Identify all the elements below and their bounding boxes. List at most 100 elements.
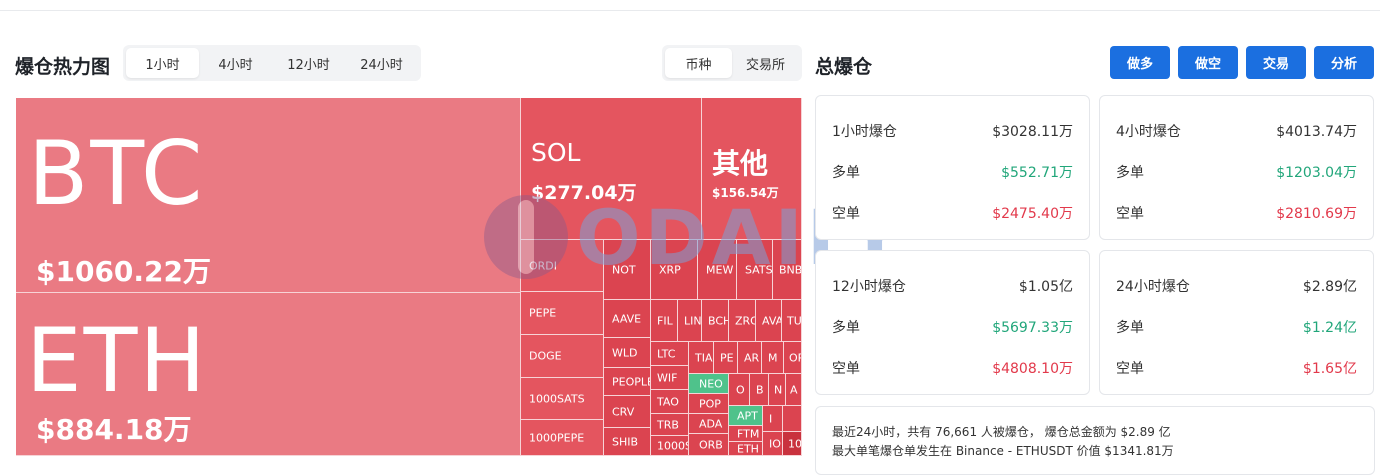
tab-exchange[interactable]: 交易所 — [732, 48, 799, 78]
cell-label: OP — [789, 351, 801, 364]
heatmap-cell-ordi[interactable]: ORDI — [521, 240, 604, 292]
heatmap-cell-1000pepe[interactable]: 1000PEPE — [521, 420, 604, 456]
card-label: 1小时爆仓 — [832, 124, 897, 140]
row-short: 空单 $2810.69万 — [1116, 203, 1357, 223]
heatmap-cell-neo[interactable]: NEO — [689, 374, 729, 394]
heatmap-cell-link[interactable]: LINK — [678, 300, 702, 342]
heatmap-cell-op[interactable]: OP — [784, 342, 802, 374]
row-total: 24小时爆仓 $2.89亿 — [1116, 276, 1357, 296]
row-total: 1小时爆仓 $3028.11万 — [832, 121, 1073, 141]
heatmap-cell-other[interactable]: 其他 $156.54万 — [702, 98, 802, 240]
heatmap-cell-sats[interactable]: SATS — [737, 240, 773, 300]
heatmap-cell-tia[interactable]: TIA — [689, 342, 714, 374]
card-1h: 1小时爆仓 $3028.11万 多单 $552.71万 空单 $2475.40万 — [815, 95, 1090, 240]
heatmap-cell-wif[interactable]: WIF — [651, 366, 689, 390]
heatmap-cell-i[interactable]: I — [763, 406, 783, 432]
analysis-button[interactable]: 分析 — [1314, 46, 1374, 79]
btc-value: $1060.22万 — [36, 255, 212, 288]
heatmap-cell-eth[interactable]: ETH $884.18万 — [16, 293, 521, 456]
heatmap-cell-people[interactable]: PEOPLE — [604, 368, 651, 396]
tab-24h[interactable]: 24小时 — [345, 48, 418, 78]
heatmap-cell-crv[interactable]: CRV — [604, 396, 651, 428]
heatmap-cell-aave[interactable]: AAVE — [604, 300, 651, 338]
heatmap-cell-pe[interactable]: PE — [714, 342, 738, 374]
cell-label: TIA — [695, 351, 713, 364]
heatmap-cell-zro[interactable]: ZRO — [729, 300, 756, 342]
cell-label: 1000SATS — [529, 392, 585, 405]
cell-label: IO — [769, 437, 781, 450]
heatmap-title: 爆仓热力图 — [15, 56, 111, 78]
heatmap-cell-m[interactable]: M — [762, 342, 784, 374]
heatmap-cell-o[interactable]: O — [729, 374, 750, 406]
cell-label: SHIB — [612, 435, 639, 448]
heatmap-cell-eth-small[interactable]: ETH — [729, 442, 763, 456]
long-button[interactable]: 做多 — [1110, 46, 1170, 79]
cell-label: PEOPLE — [612, 375, 651, 388]
cell-label: WLD — [612, 346, 638, 359]
top-divider — [0, 10, 1380, 11]
cell-label: LINK — [684, 314, 702, 327]
heatmap-cell-pepe[interactable]: PEPE — [521, 292, 604, 335]
short-button[interactable]: 做空 — [1178, 46, 1238, 79]
cell-label: POP — [699, 397, 721, 410]
card-total: $1.05亿 — [1018, 279, 1073, 295]
card-total: $4013.74万 — [1276, 124, 1357, 140]
tab-12h[interactable]: 12小时 — [272, 48, 345, 78]
heatmap-cell-bch[interactable]: BCH — [702, 300, 729, 342]
heatmap-cell-bnb[interactable]: BNB — [773, 240, 802, 300]
cell-label: TU — [787, 314, 802, 327]
heatmap-cell-wld[interactable]: WLD — [604, 338, 651, 368]
heatmap-cell-pop[interactable]: POP — [689, 394, 729, 414]
heatmap-cell-tao[interactable]: TAO — [651, 390, 689, 414]
cell-label: CRV — [612, 405, 635, 418]
heatmap-cell-btc[interactable]: BTC $1060.22万 — [16, 98, 521, 293]
heatmap-cell-ar[interactable]: AR — [738, 342, 762, 374]
heatmap-cell-a[interactable]: A — [786, 374, 802, 406]
tab-1h[interactable]: 1小时 — [126, 48, 199, 78]
heatmap-cell-not[interactable]: NOT — [604, 240, 651, 300]
summary-line-1: 最近24小时，共有 76,661 人被爆仓， 爆仓总金额为 $2.89 亿 — [832, 425, 1171, 439]
heatmap-cell-avax[interactable]: AVAX — [756, 300, 782, 342]
summary-line-2: 最大单笔爆仓单发生在 Binance - ETHUSDT 价值 $1341.81… — [832, 444, 1174, 458]
cell-label: PEPE — [529, 306, 557, 320]
card-label: 4小时爆仓 — [1116, 124, 1181, 140]
short-label: 空单 — [1116, 206, 1144, 222]
heatmap-cell-orb[interactable]: ORB — [689, 434, 729, 456]
row-long: 多单 $5697.33万 — [832, 317, 1073, 337]
heatmap-cell-doge[interactable]: DOGE — [521, 335, 604, 378]
heatmap-cell-fil[interactable]: FIL — [651, 300, 678, 342]
cell-label: ORB — [699, 438, 723, 451]
heatmap-cell-10[interactable]: 10 — [783, 432, 802, 456]
cell-label: BNB — [779, 263, 802, 276]
heatmap-cell-1000s[interactable]: 1000S — [651, 436, 689, 456]
long-label: 多单 — [832, 165, 860, 181]
heatmap-cell-shib[interactable]: SHIB — [604, 428, 651, 456]
heatmap-cell-trb[interactable]: TRB — [651, 414, 689, 436]
time-range-tabs: 1小时 4小时 12小时 24小时 — [123, 45, 421, 81]
cell-label: PE — [720, 351, 734, 364]
total-liquidation-title: 总爆仓 — [815, 56, 873, 78]
cell-label: A — [790, 383, 798, 396]
heatmap-cell-io[interactable]: IO — [763, 432, 783, 456]
heatmap-cell-n[interactable]: N — [769, 374, 786, 406]
heatmap-cell-ftm[interactable]: FTM — [729, 426, 763, 442]
heatmap-cell-ltc[interactable]: LTC — [651, 342, 689, 366]
tab-coin[interactable]: 币种 — [665, 48, 732, 78]
heatmap-cell-mew[interactable]: MEW — [698, 240, 737, 300]
heatmap-cell-sol[interactable]: SOL $277.04万 — [521, 98, 702, 240]
tab-4h[interactable]: 4小时 — [199, 48, 272, 78]
cell-label: ORDI — [529, 259, 558, 272]
cell-label: SATS — [745, 263, 773, 276]
trade-button[interactable]: 交易 — [1246, 46, 1306, 79]
heatmap-cell-apt[interactable]: APT — [729, 406, 763, 426]
heatmap-cell-xrp[interactable]: XRP — [651, 240, 698, 300]
long-label: 多单 — [1116, 165, 1144, 181]
short-value: $1.65亿 — [1302, 361, 1357, 377]
heatmap-cell-x[interactable] — [783, 406, 802, 432]
heatmap-cell-ada[interactable]: ADA — [689, 414, 729, 434]
heatmap-cell-b[interactable]: B — [750, 374, 769, 406]
card-label: 12小时爆仓 — [832, 279, 906, 295]
cell-label: MEW — [706, 263, 734, 276]
heatmap-cell-1000sats[interactable]: 1000SATS — [521, 378, 604, 420]
heatmap-cell-tu[interactable]: TU — [782, 300, 802, 342]
